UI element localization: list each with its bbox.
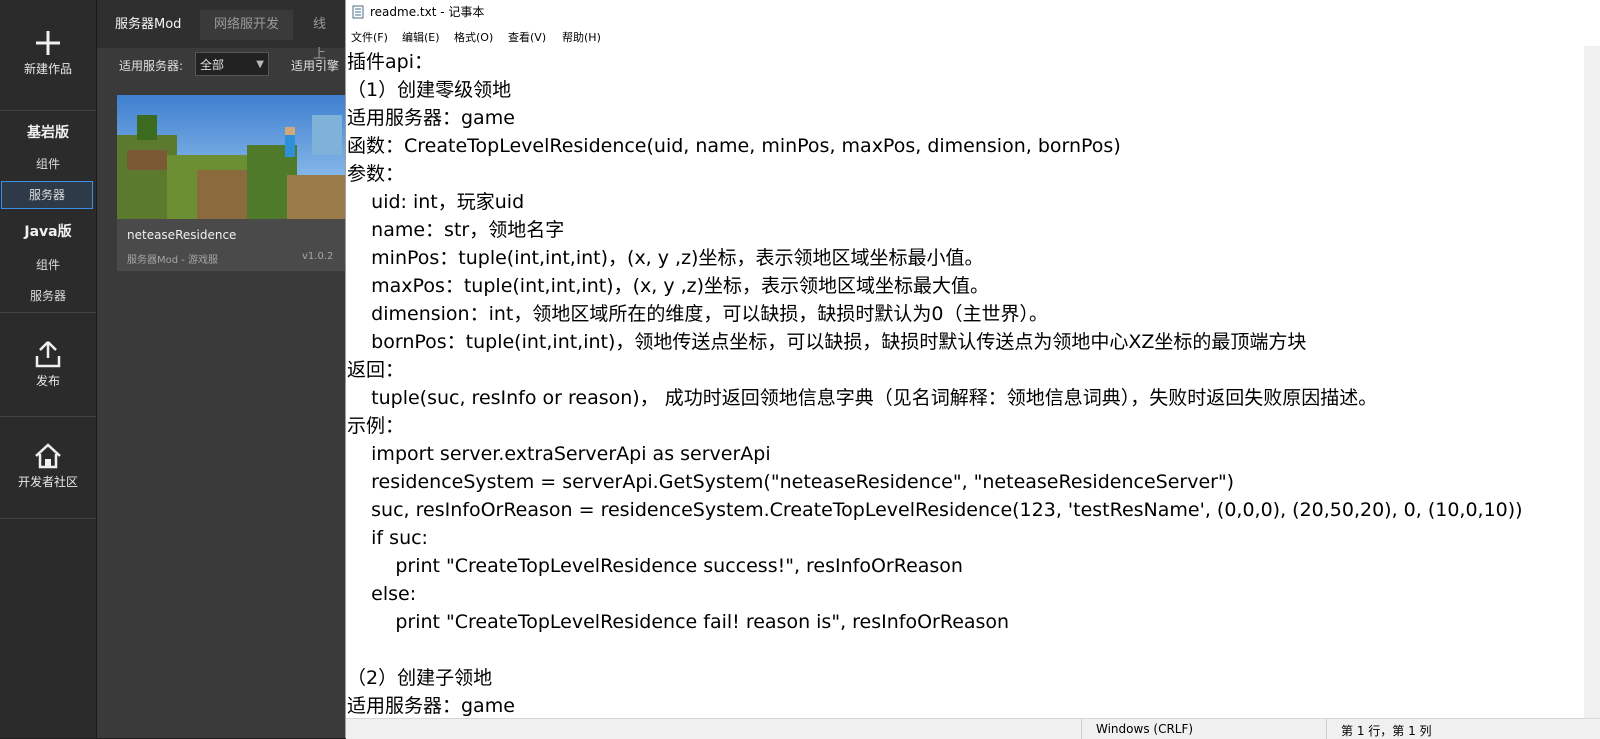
text-line: if suc: — [347, 527, 428, 549]
notepad-icon — [352, 5, 364, 19]
upload-icon — [35, 341, 61, 368]
project-title: neteaseResidence — [127, 228, 237, 242]
text-line: import server.extraServerApi as serverAp… — [347, 443, 771, 465]
publish-label: 发布 — [35, 374, 60, 388]
divider — [1081, 719, 1082, 739]
tab-server-mod[interactable]: 服务器Mod — [101, 10, 195, 40]
divider — [0, 416, 96, 417]
text-line: residenceSystem = serverApi.GetSystem("n… — [347, 471, 1235, 493]
plus-icon — [36, 31, 60, 55]
divider — [0, 518, 96, 519]
works-panel: 服务器Mod 网络服开发 线上 适用服务器: 全部 ▼ 适用引擎 netease… — [97, 0, 347, 738]
text-line: maxPos：tuple(int,int,int)，(x, y ,z)坐标，表示… — [347, 275, 990, 297]
text-line: suc, resInfoOrReason = residenceSystem.C… — [347, 499, 1523, 521]
text-line: minPos：tuple(int,int,int)，(x, y ,z)坐标，表示… — [347, 247, 984, 269]
menu-view[interactable]: 查看(V) — [508, 29, 546, 45]
server-filter-select[interactable]: 全部 ▼ — [195, 52, 269, 76]
menu-format[interactable]: 格式(O) — [454, 29, 493, 45]
server-filter-label: 适用服务器: — [119, 59, 184, 73]
text-line: name：str，领地名字 — [347, 219, 565, 241]
text-line: print "CreateTopLevelResidence success!"… — [347, 555, 963, 577]
text-line: print "CreateTopLevelResidence fail! rea… — [347, 611, 1010, 633]
text-line: （2）创建子领地 — [347, 667, 493, 689]
notepad-titlebar: readme.txt - 记事本 — [346, 0, 1600, 24]
window-title: readme.txt - 记事本 — [370, 5, 485, 19]
text-line: 示例： — [347, 415, 405, 437]
vertical-scrollbar[interactable] — [1584, 46, 1600, 718]
project-card[interactable]: neteaseResidence 服务器Mod - 游戏服 v1.0.2 — [117, 95, 347, 271]
text-line: 参数： — [347, 163, 405, 185]
status-position: 第 1 行，第 1 列 — [1341, 724, 1432, 738]
project-thumbnail — [117, 95, 347, 219]
java-server-item[interactable]: 服务器 — [0, 287, 96, 304]
tab-bar: 服务器Mod 网络服开发 线上 — [97, 0, 345, 62]
new-work-button[interactable]: 新建作品 — [0, 30, 96, 77]
java-component-item[interactable]: 组件 — [0, 256, 96, 273]
text-line: 插件api： — [347, 51, 433, 73]
left-rail: 新建作品 基岩版 组件 服务器 Java版 组件 服务器 发布 开发者社区 — [0, 0, 97, 738]
text-line: （1）创建零级领地 — [347, 79, 512, 101]
java-heading: Java版 — [24, 224, 72, 240]
menu-bar: 文件(F) 编辑(E) 格式(O) 查看(V) 帮助(H) — [346, 26, 1600, 46]
text-line: tuple(suc, resInfo or reason)， 成功时返回领地信息… — [347, 387, 1378, 409]
divider — [0, 312, 96, 313]
status-encoding: Windows (CRLF) — [1096, 722, 1194, 736]
notepad-window: readme.txt - 记事本 文件(F) 编辑(E) 格式(O) 查看(V)… — [345, 0, 1600, 739]
text-line: dimension：int，领地区域所在的维度，可以缺损，缺损时默认为0（主世界… — [347, 303, 1048, 325]
divider — [0, 110, 96, 111]
menu-file[interactable]: 文件(F) — [351, 29, 388, 45]
home-icon — [35, 443, 61, 469]
text-line: uid: int，玩家uid — [347, 191, 525, 213]
text-area[interactable]: 插件api： （1）创建零级领地 适用服务器：game 函数：CreateTop… — [347, 48, 1582, 718]
bedrock-server-item[interactable]: 服务器 — [1, 181, 93, 209]
project-version: v1.0.2 — [302, 251, 334, 262]
tab-network-server[interactable]: 网络服开发 — [200, 10, 294, 40]
chevron-down-icon: ▼ — [256, 59, 264, 70]
menu-help[interactable]: 帮助(H) — [562, 29, 601, 45]
menu-edit[interactable]: 编辑(E) — [402, 29, 440, 45]
text-line: 函数：CreateTopLevelResidence(uid, name, mi… — [347, 135, 1121, 157]
server-filter-value: 全部 — [200, 58, 225, 72]
community-button[interactable]: 开发者社区 — [0, 443, 96, 490]
bedrock-heading: 基岩版 — [27, 125, 69, 141]
publish-button[interactable]: 发布 — [0, 340, 96, 389]
text-line: else: — [347, 583, 417, 605]
project-meta: 服务器Mod - 游戏服 — [127, 255, 219, 266]
status-bar: Windows (CRLF) 第 1 行，第 1 列 — [346, 718, 1600, 739]
text-line: 适用服务器：game — [347, 107, 515, 129]
text-line: 返回： — [347, 359, 405, 381]
bedrock-component-item[interactable]: 组件 — [0, 155, 96, 172]
new-work-label: 新建作品 — [23, 62, 72, 76]
engine-filter-label: 适用引擎 — [291, 59, 340, 73]
text-line: bornPos：tuple(int,int,int)，领地传送点坐标，可以缺损，… — [347, 331, 1307, 353]
text-line: 适用服务器：game — [347, 695, 515, 717]
tab-online[interactable]: 线上 — [299, 10, 345, 62]
divider — [1326, 719, 1327, 739]
community-label: 开发者社区 — [17, 475, 78, 489]
